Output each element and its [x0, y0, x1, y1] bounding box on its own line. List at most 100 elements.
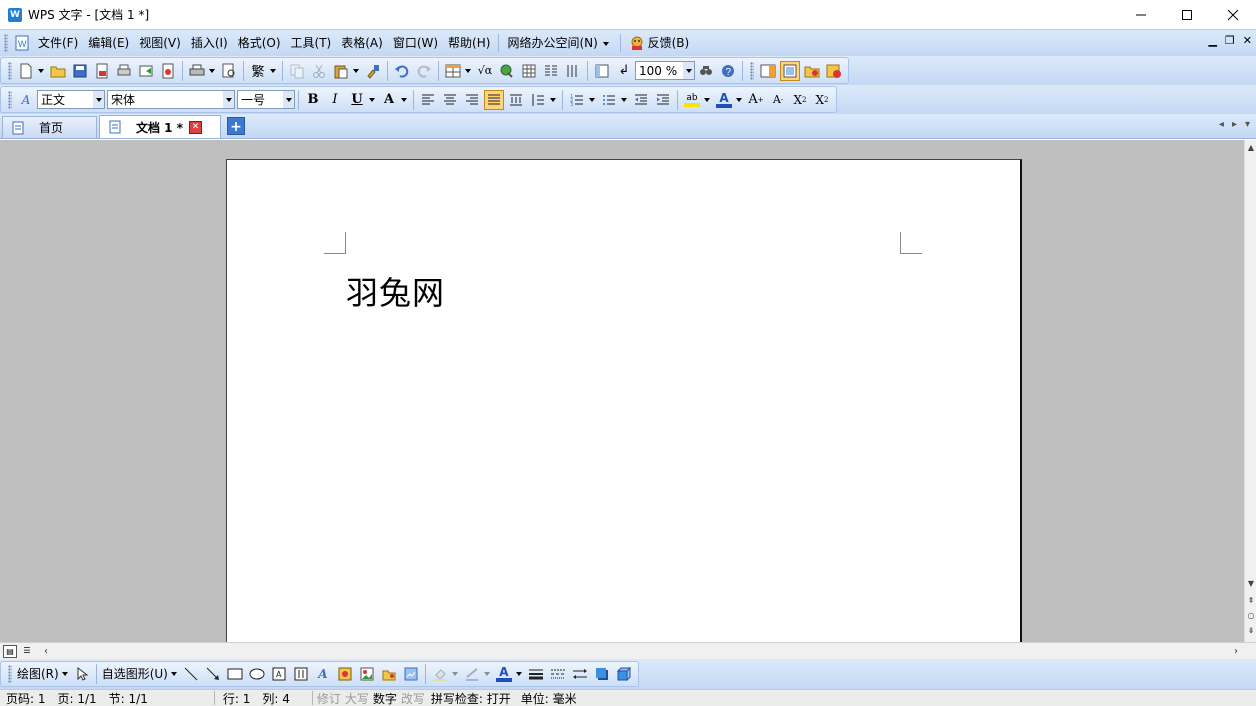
wordart-icon[interactable]: A — [314, 665, 332, 683]
grow-font-button[interactable]: A + — [746, 90, 766, 110]
clip-art-icon[interactable] — [358, 665, 376, 683]
horizontal-scrollbar-track[interactable] — [52, 644, 1230, 659]
char-scale-button[interactable]: A — [379, 90, 399, 110]
chevron-down-icon[interactable] — [61, 672, 68, 676]
arrow-icon[interactable] — [204, 665, 222, 683]
user-account-icon[interactable] — [825, 62, 843, 80]
font-color-button[interactable]: A — [715, 91, 733, 109]
decrease-indent-icon[interactable] — [632, 91, 650, 109]
vertical-scrollbar[interactable]: ▲ ▼ ⇞ ○ ⇟ — [1244, 140, 1256, 642]
ellipse-icon[interactable] — [248, 665, 266, 683]
hyperlink-icon[interactable] — [498, 62, 516, 80]
formula-icon[interactable]: √α — [476, 62, 494, 80]
vertical-text-box-icon[interactable] — [292, 665, 310, 683]
font-select[interactable]: 宋体 — [107, 90, 235, 109]
print-preview-icon[interactable] — [115, 62, 133, 80]
document-map-icon[interactable] — [593, 62, 611, 80]
minimize-button[interactable] — [1118, 0, 1164, 29]
toolbar-grip[interactable] — [4, 34, 8, 52]
maximize-button[interactable] — [1164, 0, 1210, 29]
open-folder-icon[interactable] — [49, 62, 67, 80]
status-overwrite[interactable]: 改写 — [399, 690, 427, 706]
select-objects-icon[interactable] — [73, 665, 91, 683]
new-document-icon[interactable] — [17, 62, 35, 80]
doc-minimize-icon[interactable]: ▁ — [1208, 34, 1216, 47]
chevron-down-icon[interactable] — [465, 68, 471, 73]
autoshape-menu[interactable]: 自选图形(U) — [100, 664, 170, 684]
draw-menu[interactable]: 绘图(R) — [15, 664, 61, 684]
superscript-button[interactable]: X2 — [790, 90, 810, 110]
3d-style-icon[interactable] — [615, 665, 633, 683]
menu-help[interactable]: 帮助(H) — [443, 33, 495, 53]
increase-indent-icon[interactable] — [654, 91, 672, 109]
browse-object-icon[interactable]: ○ — [1245, 610, 1256, 622]
shadow-style-icon[interactable] — [593, 665, 611, 683]
previous-page-icon[interactable]: ⇞ — [1245, 595, 1256, 607]
zoom-preview-icon[interactable] — [220, 62, 238, 80]
italic-button[interactable]: I — [325, 90, 345, 110]
rectangle-icon[interactable] — [226, 665, 244, 683]
scroll-right-icon[interactable]: › — [1230, 646, 1242, 657]
insert-table-icon[interactable] — [444, 62, 462, 80]
status-spell-check[interactable]: 拼写检查: 打开 — [427, 690, 515, 706]
zoom-select[interactable]: 100 % — [635, 61, 695, 80]
text-direction-icon[interactable] — [564, 62, 582, 80]
chevron-down-icon[interactable] — [401, 97, 407, 102]
doc-restore-icon[interactable]: ❐ — [1225, 34, 1235, 47]
doc-close-icon[interactable]: ✕ — [1243, 34, 1252, 47]
menu-window[interactable]: 窗口(W) — [388, 33, 443, 53]
chevron-down-icon[interactable] — [270, 68, 276, 73]
text-color-button[interactable]: A — [495, 665, 513, 683]
tab-scroll-left-icon[interactable]: ◂ — [1219, 119, 1224, 130]
next-page-icon[interactable]: ⇟ — [1245, 625, 1256, 637]
status-unit[interactable]: 单位: 毫米 — [515, 690, 583, 706]
toolbar-grip[interactable] — [750, 61, 754, 80]
open-office-space-icon[interactable] — [803, 62, 821, 80]
chevron-down-icon[interactable] — [515, 672, 522, 676]
align-left-icon[interactable] — [419, 91, 437, 109]
task-pane-icon[interactable] — [759, 62, 777, 80]
picture-toolbar-icon[interactable] — [402, 665, 420, 683]
zoom-dropdown-arrow[interactable] — [683, 62, 694, 79]
menu-tools[interactable]: 工具(T) — [286, 33, 337, 53]
send-mail-icon[interactable] — [137, 62, 155, 80]
text-box-icon[interactable]: A — [270, 665, 288, 683]
scroll-down-icon[interactable]: ▼ — [1245, 578, 1256, 590]
chevron-down-icon[interactable] — [621, 97, 627, 102]
toolbar-grip[interactable] — [8, 61, 12, 80]
document-page[interactable]: 羽兔网 — [226, 159, 1022, 642]
align-center-icon[interactable] — [441, 91, 459, 109]
bullet-list-icon[interactable] — [600, 91, 618, 109]
menu-view[interactable]: 视图(V) — [134, 33, 186, 53]
close-tab-button[interactable]: ✕ — [188, 120, 202, 134]
wps-app-icon[interactable]: W — [8, 7, 22, 22]
insert-picture-icon[interactable] — [380, 665, 398, 683]
subscript-button[interactable]: X2 — [812, 90, 832, 110]
arrow-style-icon[interactable] — [571, 665, 589, 683]
font-size-select[interactable]: 一号 — [237, 90, 295, 109]
find-replace-icon[interactable] — [697, 62, 715, 80]
dash-style-icon[interactable] — [549, 665, 567, 683]
line-style-icon[interactable] — [527, 665, 545, 683]
menu-file[interactable]: 文件(F) — [33, 33, 83, 53]
show-marks-icon[interactable]: ↲ — [615, 62, 633, 80]
export-pdf-icon[interactable] — [93, 62, 111, 80]
close-window-button[interactable] — [1210, 0, 1256, 29]
chevron-down-icon[interactable] — [38, 68, 44, 73]
font-dropdown-arrow[interactable] — [223, 91, 234, 108]
document-body-text[interactable]: 羽兔网 — [346, 268, 445, 314]
tab-scroll-right-icon[interactable]: ▸ — [1232, 119, 1237, 130]
chevron-down-icon[interactable] — [451, 672, 458, 676]
highlight-button[interactable]: ab — [683, 91, 701, 109]
align-right-icon[interactable] — [463, 91, 481, 109]
save-icon[interactable] — [71, 62, 89, 80]
underline-button[interactable]: U — [347, 90, 367, 110]
copy-icon[interactable] — [288, 62, 306, 80]
redo-icon[interactable] — [415, 62, 433, 80]
menu-insert[interactable]: 插入(I) — [186, 33, 233, 53]
menu-feedback[interactable]: 反馈(B) — [624, 33, 695, 53]
line-icon[interactable] — [182, 665, 200, 683]
full-screen-icon[interactable] — [780, 60, 800, 81]
style-select[interactable]: 正文 — [37, 90, 105, 109]
menu-edit[interactable]: 编辑(E) — [83, 33, 134, 53]
